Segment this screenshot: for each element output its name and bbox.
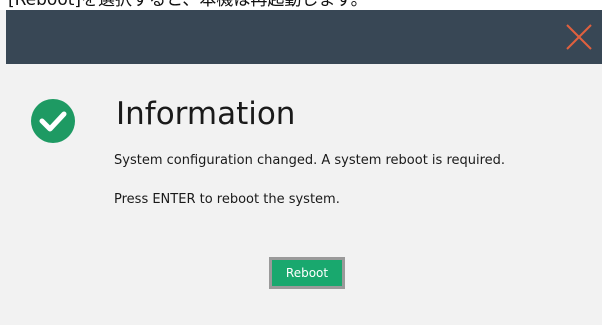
message-reboot-required: System configuration changed. A system r… xyxy=(114,153,506,168)
dialog-titlebar xyxy=(6,10,602,64)
close-button[interactable] xyxy=(564,22,594,52)
reboot-button[interactable]: Reboot xyxy=(269,257,345,289)
dialog-title: Information xyxy=(116,96,296,132)
message-press-enter: Press ENTER to reboot the system. xyxy=(114,192,340,207)
check-circle-icon xyxy=(29,97,77,145)
caption-strip: [Reboot]を選択すると、本機は再起動します。 xyxy=(0,0,602,10)
caption-text: [Reboot]を選択すると、本機は再起動します。 xyxy=(8,0,368,10)
close-icon xyxy=(564,22,594,52)
dialog-body: Information System configuration changed… xyxy=(6,64,602,325)
reboot-dialog-screen: [Reboot]を選択すると、本機は再起動します。 Information Sy… xyxy=(0,0,602,325)
